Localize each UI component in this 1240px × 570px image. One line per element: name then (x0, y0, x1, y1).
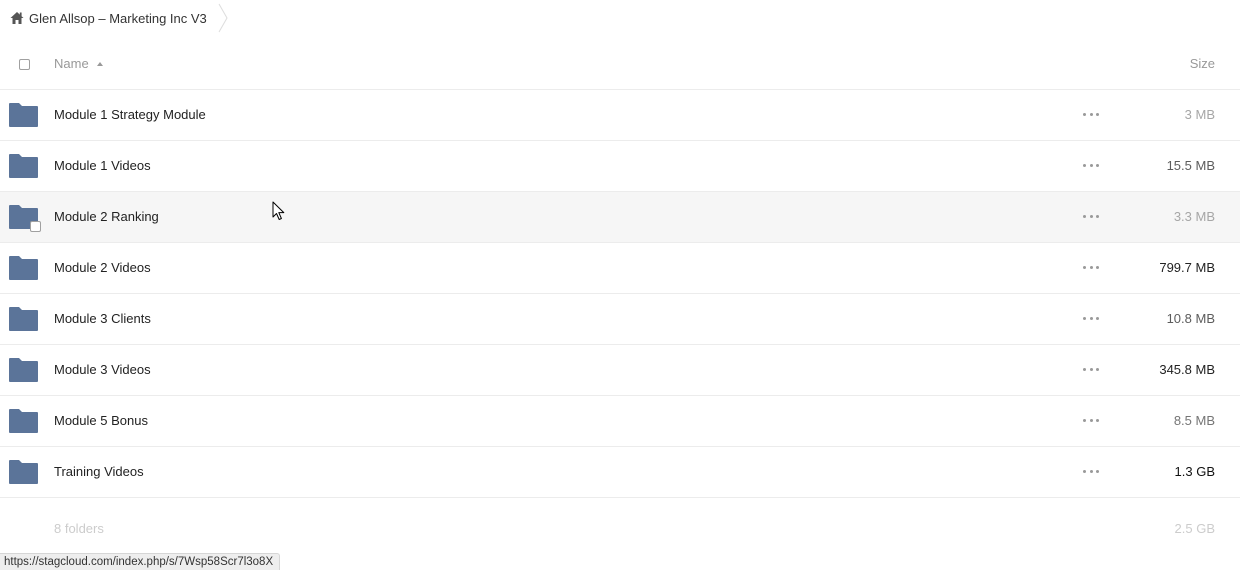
select-all-checkbox[interactable] (19, 59, 30, 70)
more-actions-icon[interactable] (1083, 470, 1099, 474)
file-row[interactable]: Module 3 Videos 345.8 MB (0, 345, 1240, 396)
file-list: Module 1 Strategy Module 3 MB Module 1 Vid… (0, 90, 1240, 498)
breadcrumb-home[interactable]: Glen Allsop – Marketing Inc V3 (0, 0, 225, 36)
file-name[interactable]: Module 2 Videos (54, 260, 151, 275)
sort-ascending-icon (96, 61, 103, 66)
file-browser-page: Glen Allsop – Marketing Inc V3 Name Size… (0, 0, 1240, 570)
file-size: 10.8 MB (1166, 311, 1215, 326)
file-size: 1.3 GB (1174, 464, 1215, 479)
file-row[interactable]: Training Videos 1.3 GB (0, 447, 1240, 498)
folder-icon[interactable] (9, 307, 38, 331)
folder-icon[interactable] (9, 103, 38, 127)
link-status-bar: https://stagcloud.com/index.php/s/7Wsp58… (0, 553, 281, 570)
file-size: 345.8 MB (1159, 362, 1215, 377)
home-icon (10, 12, 24, 24)
file-size: 8.5 MB (1173, 413, 1215, 428)
file-row[interactable]: Module 2 Ranking 3.3 MB (0, 192, 1240, 243)
file-row[interactable]: Module 5 Bonus 8.5 MB (0, 396, 1240, 447)
file-size: 3.3 MB (1173, 209, 1215, 224)
file-row[interactable]: Module 3 Clients 10.8 MB (0, 294, 1240, 345)
breadcrumb: Glen Allsop – Marketing Inc V3 (0, 0, 229, 36)
folder-count: 8 folders (54, 521, 104, 536)
more-actions-icon[interactable] (1083, 164, 1099, 168)
folder-icon[interactable] (9, 358, 38, 382)
size-column-header[interactable]: Size (1190, 56, 1215, 71)
breadcrumb-label: Glen Allsop – Marketing Inc V3 (29, 10, 207, 26)
folder-icon[interactable] (9, 409, 38, 433)
file-name[interactable]: Module 5 Bonus (54, 413, 148, 428)
file-name[interactable]: Module 3 Videos (54, 362, 151, 377)
total-size: 2.5 GB (1174, 521, 1215, 536)
file-list-header: Name Size (0, 40, 1240, 90)
file-size: 3 MB (1184, 107, 1215, 122)
file-row[interactable]: Module 1 Videos 15.5 MB (0, 141, 1240, 192)
file-name[interactable]: Training Videos (54, 464, 144, 479)
name-column-label: Name (54, 56, 89, 71)
folder-icon[interactable] (9, 256, 38, 280)
file-name[interactable]: Module 3 Clients (54, 311, 151, 326)
more-actions-icon[interactable] (1083, 368, 1099, 372)
file-size: 15.5 MB (1166, 158, 1215, 173)
more-actions-icon[interactable] (1083, 419, 1099, 423)
more-actions-icon[interactable] (1083, 215, 1099, 219)
file-name[interactable]: Module 2 Ranking (54, 209, 159, 224)
file-row[interactable]: Module 1 Strategy Module 3 MB (0, 90, 1240, 141)
more-actions-icon[interactable] (1083, 317, 1099, 321)
file-row[interactable]: Module 2 Videos 799.7 MB (0, 243, 1240, 294)
file-name[interactable]: Module 1 Strategy Module (54, 107, 206, 122)
file-size: 799.7 MB (1159, 260, 1215, 275)
more-actions-icon[interactable] (1083, 113, 1099, 117)
name-column-header[interactable]: Name (54, 56, 103, 71)
folder-icon[interactable] (9, 154, 38, 178)
folder-icon[interactable] (9, 460, 38, 484)
file-list-summary: 8 folders 2.5 GB (0, 508, 1240, 548)
more-actions-icon[interactable] (1083, 266, 1099, 270)
row-select-checkbox[interactable] (30, 221, 41, 232)
file-name[interactable]: Module 1 Videos (54, 158, 151, 173)
